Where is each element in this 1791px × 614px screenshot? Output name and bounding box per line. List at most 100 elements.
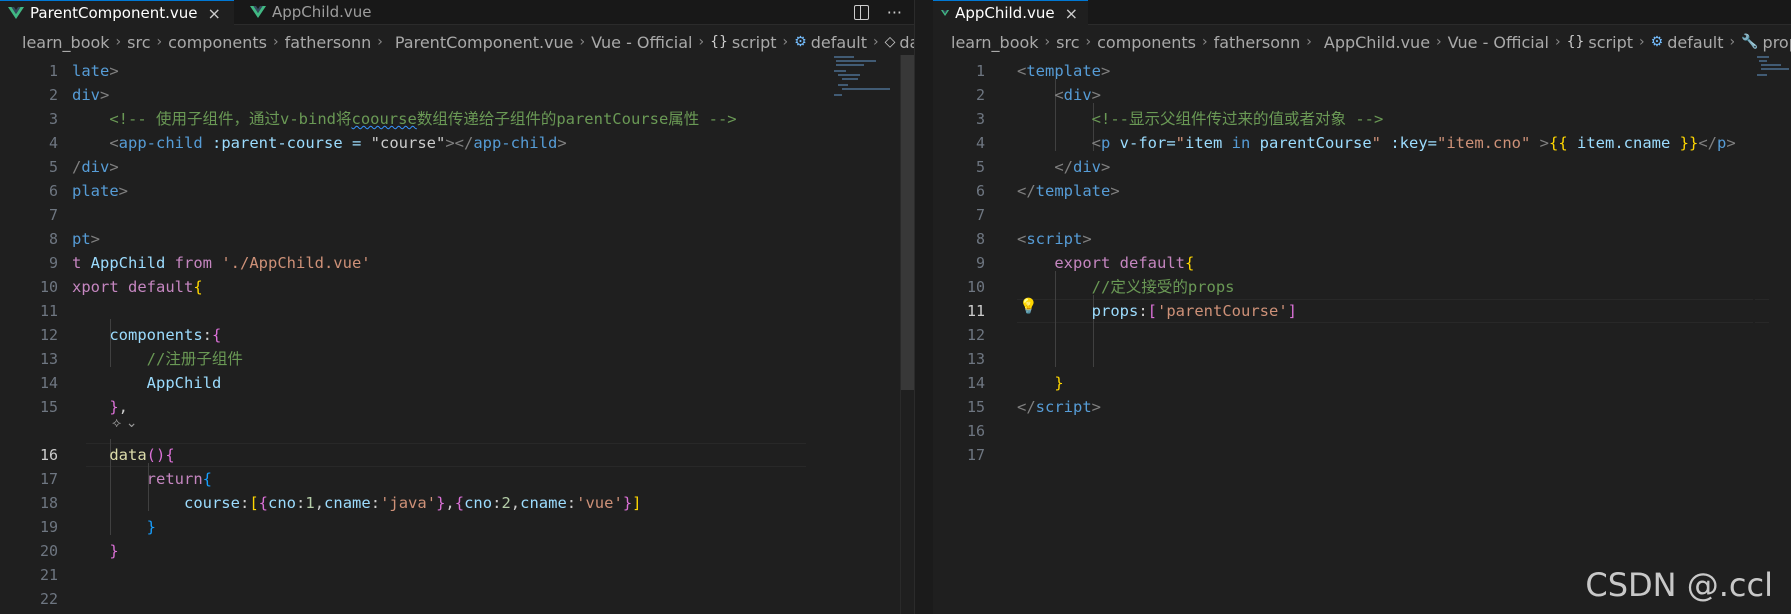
code-line: late> <box>72 62 119 80</box>
line-number: 10 <box>966 278 985 296</box>
breadcrumb-separator-icon: › <box>1085 34 1092 50</box>
minimap[interactable] <box>1757 56 1791 116</box>
split-editor-icon[interactable] <box>853 4 869 20</box>
breadcrumb-separator-icon: › <box>1436 34 1442 50</box>
code-line: </template> <box>1017 182 1120 200</box>
line-number: 9 <box>48 254 58 272</box>
line-number: 12 <box>39 326 58 344</box>
line-number: 7 <box>48 206 58 224</box>
breadcrumb-item[interactable]: components <box>168 33 267 52</box>
line-number: 3 <box>48 110 58 128</box>
line-number: 1 <box>975 62 985 80</box>
breadcrumb-separator-icon: › <box>1201 34 1208 50</box>
tab-appchild[interactable]: AppChild.vue × <box>933 0 1088 25</box>
breadcrumb-separator-icon: › <box>1639 34 1645 50</box>
code-line: <div> <box>1054 86 1102 104</box>
breadcrumb: learn_book › src › components › fathersonn › App… <box>951 30 1791 54</box>
breadcrumb-item[interactable]: ParentComponent.vue <box>395 33 574 52</box>
breadcrumb-item[interactable]: src <box>1056 33 1079 52</box>
code-line: components:{ <box>109 326 222 344</box>
braces-icon: {} <box>1566 34 1585 50</box>
code-line: AppChild <box>146 374 222 392</box>
line-number: 19 <box>39 518 58 536</box>
breadcrumb-item[interactable]: src <box>127 33 150 52</box>
breadcrumb-item[interactable]: fathersonn <box>285 33 372 52</box>
breadcrumb-item[interactable]: Vue - Official <box>591 33 692 52</box>
close-icon[interactable]: × <box>207 4 220 23</box>
breadcrumb-item[interactable]: default <box>811 33 867 52</box>
line-number: 12 <box>966 326 985 344</box>
breadcrumb-item[interactable]: data <box>899 33 914 52</box>
breadcrumb-item[interactable]: learn_book <box>951 33 1039 52</box>
breadcrumb-item[interactable]: Vue - Official <box>1448 33 1549 52</box>
breadcrumb-item[interactable]: script <box>732 33 777 52</box>
breadcrumb-separator-icon: › <box>1044 34 1051 50</box>
breadcrumb-item[interactable]: script <box>1588 33 1633 52</box>
braces-icon: {} <box>710 34 728 50</box>
line-number: 17 <box>39 470 58 488</box>
editor-splitter[interactable] <box>914 0 935 614</box>
line-number: 3 <box>975 110 985 128</box>
code-line: return{ <box>146 470 212 488</box>
code-line: </script> <box>1017 398 1102 416</box>
breadcrumb-separator-icon: › <box>698 34 705 50</box>
line-number: 6 <box>975 182 985 200</box>
breadcrumb-item[interactable]: AppChild.vue <box>1324 33 1430 52</box>
line-number: 5 <box>975 158 985 176</box>
tab-label: AppChild.vue <box>272 3 372 21</box>
tab-parentcomponent[interactable]: ParentComponent.vue × <box>0 0 234 25</box>
code-line: t AppChild from './AppChild.vue' <box>72 254 371 272</box>
line-number: 5 <box>48 158 58 176</box>
code-line: } <box>146 518 156 536</box>
line-number: 20 <box>39 542 58 560</box>
close-icon[interactable]: × <box>1065 4 1078 23</box>
breadcrumb-item[interactable]: props <box>1763 33 1791 52</box>
code-line: } <box>1054 374 1064 392</box>
breadcrumb-separator-icon: › <box>115 34 122 50</box>
breadcrumb-item[interactable]: default <box>1667 33 1723 52</box>
code-line: <!--显示父组件传过来的值或者对象 --> <box>1091 110 1384 128</box>
line-number: 4 <box>48 134 58 152</box>
code-editor[interactable]: 1 2 3 4 5 6 7 8 9 10 11 12 13 14 15 16 17 💡 <template> <… <box>933 55 1791 614</box>
breadcrumb-separator-icon: › <box>272 34 279 50</box>
code-line: }, <box>109 398 129 416</box>
code-line: course:[{cno:1,cname:'java'},{cno:2,cnam… <box>183 494 642 512</box>
line-number: 18 <box>39 494 58 512</box>
breadcrumb: learn_book › src › components › fathersonn › Par… <box>22 30 914 54</box>
tab-label: ParentComponent.vue <box>30 4 198 22</box>
breadcrumb-item[interactable]: learn_book <box>22 33 110 52</box>
line-number: 6 <box>48 182 58 200</box>
breadcrumb-separator-icon: › <box>1306 34 1312 50</box>
code-line: export default{ <box>1054 254 1195 272</box>
code-line: </div> <box>1054 158 1111 176</box>
line-number: 17 <box>966 446 985 464</box>
left-tab-bar: ParentComponent.vue × AppChild.vue ··· <box>0 0 914 25</box>
code-line: //定义接受的props <box>1091 278 1235 296</box>
symbol-class-icon: ⚙ <box>1650 34 1664 50</box>
right-editor-group: AppChild.vue × learn_book › src › components… <box>933 0 1791 614</box>
code-editor[interactable]: 1234567891011121314151617181920212223 ⟡ … <box>0 55 914 614</box>
vue-file-icon <box>250 6 266 18</box>
code-line: /div> <box>72 158 119 176</box>
symbol-class-icon: ⚙ <box>794 34 807 50</box>
scrollbar-thumb[interactable] <box>901 55 914 390</box>
breadcrumb-separator-icon: › <box>1554 34 1561 50</box>
breadcrumb-item[interactable]: fathersonn <box>1214 33 1301 52</box>
breadcrumb-separator-icon: › <box>1729 34 1736 50</box>
line-number: 11 <box>39 302 58 320</box>
minimap[interactable] <box>832 56 908 116</box>
vertical-scrollbar[interactable] <box>900 55 914 614</box>
vue-file-icon <box>8 7 24 19</box>
breadcrumb-item[interactable]: components <box>1097 33 1196 52</box>
left-editor-group: ParentComponent.vue × AppChild.vue ··· l… <box>0 0 914 614</box>
code-line: <p v-for="item in parentCourse" :key="it… <box>1091 134 1736 152</box>
tab-label: AppChild.vue <box>955 4 1055 22</box>
tab-appchild[interactable]: AppChild.vue <box>242 0 402 24</box>
line-number: 9 <box>975 254 985 272</box>
vertical-scrollbar[interactable] <box>1753 55 1755 614</box>
more-actions-icon[interactable]: ··· <box>887 3 902 22</box>
code-line: data(){ <box>109 446 175 464</box>
editor-actions: ··· <box>853 0 902 24</box>
right-tab-bar: AppChild.vue × <box>933 0 1791 25</box>
line-number: 16 <box>39 446 58 464</box>
